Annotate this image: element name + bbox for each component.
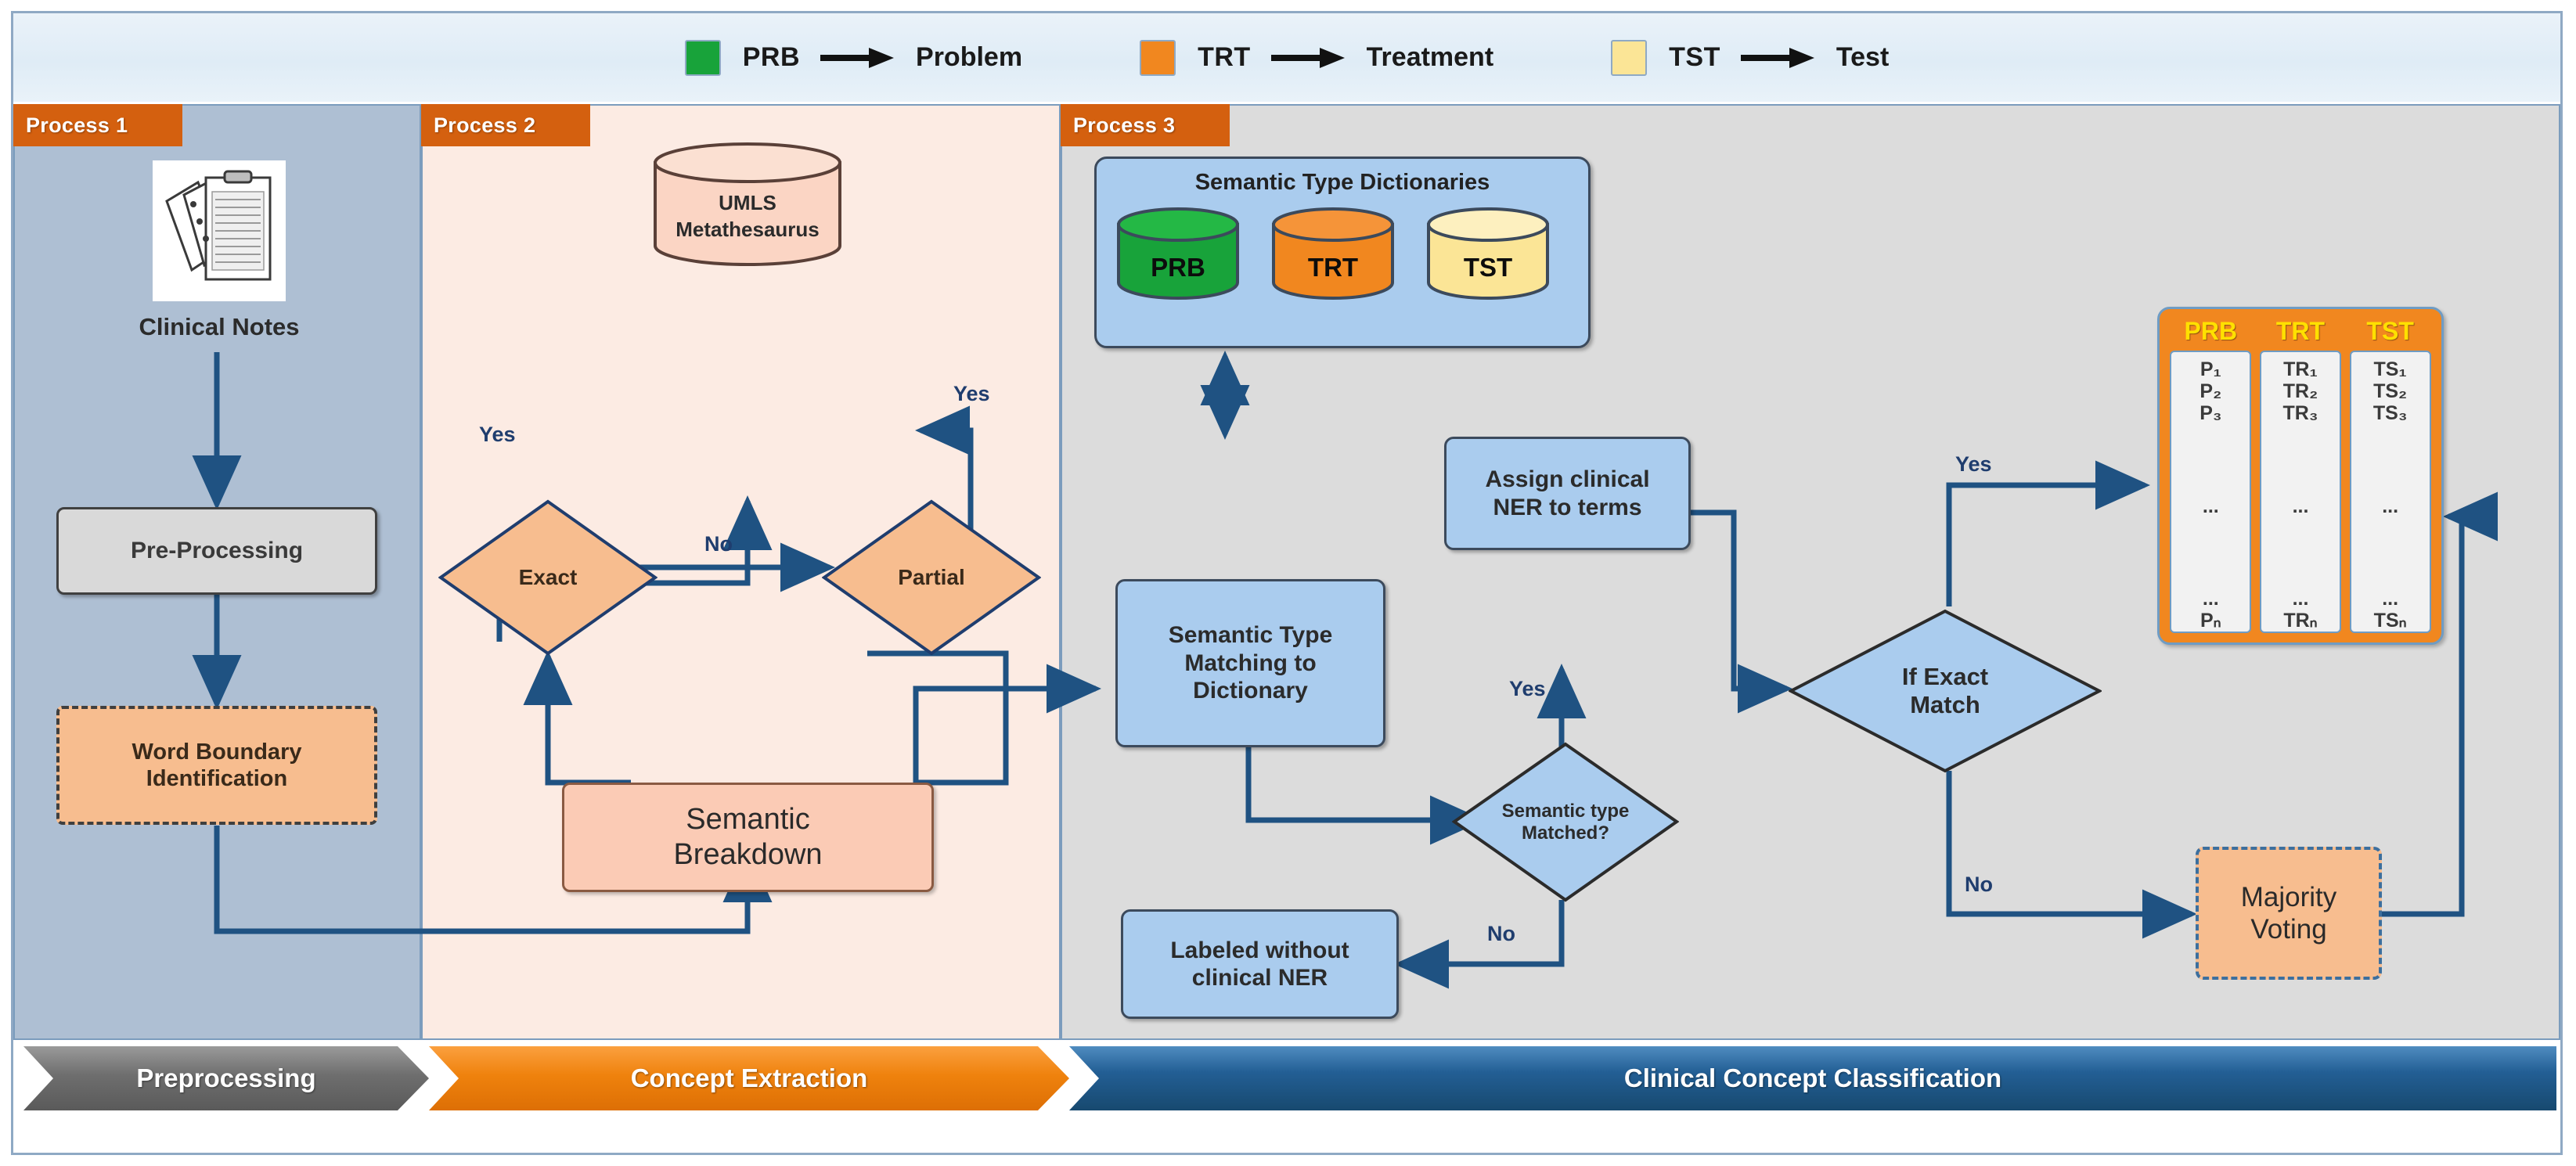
majority-line-2: Voting	[2250, 914, 2327, 945]
ribbon-concept-extraction-label: Concept Extraction	[630, 1063, 868, 1092]
legend-code-prb: PRB	[742, 42, 801, 72]
trt-dictionary-cylinder[interactable]: TRT	[1270, 207, 1396, 300]
result-cell: ...	[2202, 495, 2219, 517]
ribbon-preprocessing[interactable]: Preprocessing	[23, 1046, 429, 1110]
result-header-tst: TST	[2366, 317, 2414, 345]
edge-label-yes-exactmatch-to-table: Yes	[1955, 452, 1992, 476]
tst-dictionary-cylinder[interactable]: TST	[1425, 207, 1551, 300]
ribbon-concept-extraction[interactable]: Concept Extraction	[429, 1046, 1069, 1110]
semantic-type-matched-diamond[interactable]: Semantic type Matched?	[1452, 742, 1679, 902]
legend-label-test: Test	[1836, 42, 1890, 72]
word-boundary-line-2: Identification	[146, 766, 288, 791]
stm-line-1: Semantic Type	[1168, 622, 1333, 649]
tst-dictionary-label: TST	[1463, 253, 1513, 282]
semantic-type-dictionaries-panel[interactable]: Semantic Type Dictionaries PRB TRT TST	[1094, 157, 1591, 348]
assign-line-2: NER to terms	[1493, 494, 1642, 520]
arrow-right-icon	[1740, 46, 1816, 70]
assign-clinical-ner-box[interactable]: Assign clinical NER to terms	[1444, 437, 1691, 550]
result-header-trt: TRT	[2275, 317, 2326, 345]
labeled-without-clinical-ner-box[interactable]: Labeled without clinical NER	[1121, 909, 1399, 1019]
result-cell: P₃	[2200, 402, 2222, 424]
result-cell: TR₃	[2282, 402, 2318, 424]
legend-code-trt: TRT	[1198, 42, 1251, 72]
umls-metathesaurus-cylinder[interactable]: UMLS Metathesaurus	[652, 142, 843, 266]
dictionaries-title: Semantic Type Dictionaries	[1194, 170, 1490, 195]
result-cell: TS₁	[2373, 358, 2407, 380]
process-3-tag: Process 3	[1061, 104, 1230, 146]
legend-item-trt: TRT Treatment	[1140, 39, 1494, 76]
result-cell: TRₙ	[2283, 610, 2318, 632]
classification-result-table[interactable]: PRB P₁ P₂ P₃ ... ... Pₙ TRT TR₁ TR₂ TR₃ …	[2157, 307, 2444, 645]
arrow-right-icon	[1270, 46, 1346, 70]
result-body-tst: TS₁ TS₂ TS₃ ... ... TSₙ	[2349, 351, 2431, 633]
word-boundary-line-1: Word Boundary	[132, 739, 302, 765]
result-cell: ...	[2382, 588, 2399, 610]
exact-decision-diamond[interactable]: Exact	[438, 499, 658, 656]
legend-code-tst: TST	[1669, 42, 1720, 72]
semantic-breakdown-line-1: Semantic	[686, 803, 810, 837]
labeled-line-2: clinical NER	[1191, 965, 1328, 991]
legend-item-tst: TST Test	[1611, 39, 1890, 76]
stm-line-3: Dictionary	[1193, 678, 1308, 704]
trt-swatch	[1140, 39, 1176, 76]
edge-label-no-matched-to-labeled: No	[1487, 922, 1515, 945]
ribbon-clinical-concept-classification[interactable]: Clinical Concept Classification	[1069, 1046, 2556, 1110]
legend-item-prb: PRB Problem	[684, 39, 1023, 76]
result-cell: Pₙ	[2200, 610, 2221, 632]
prb-dictionary-label: PRB	[1151, 253, 1205, 282]
result-body-trt: TR₁ TR₂ TR₃ ... ... TRₙ	[2259, 351, 2341, 633]
result-cell: TR₁	[2283, 358, 2318, 380]
if-exact-match-diamond[interactable]: If Exact Match	[1789, 609, 2102, 773]
partial-decision-diamond[interactable]: Partial	[822, 499, 1041, 656]
process-1-tag: Process 1	[13, 104, 182, 146]
semantic-breakdown-line-2: Breakdown	[673, 838, 823, 871]
process-2-tag: Process 2	[421, 104, 590, 146]
result-body-prb: P₁ P₂ P₃ ... ... Pₙ	[2170, 351, 2252, 633]
semantic-breakdown-box[interactable]: Semantic Breakdown	[562, 783, 934, 892]
legend-bar: PRB Problem TRT Treatment TST Test	[13, 13, 2560, 102]
result-cell: ...	[2202, 588, 2219, 610]
result-column-prb: PRB P₁ P₂ P₃ ... ... Pₙ	[2170, 317, 2252, 633]
result-column-trt: TRT TR₁ TR₂ TR₃ ... ... TRₙ	[2259, 317, 2341, 633]
arrow-right-icon	[820, 46, 895, 70]
ribbon-clinical-concept-classification-label: Clinical Concept Classification	[1623, 1063, 2002, 1092]
word-boundary-identification-box[interactable]: Word Boundary Identification	[56, 706, 377, 825]
edge-label-no-exactmatch-to-majority: No	[1965, 873, 1993, 896]
edge-label-yes-partial-to-umls: Yes	[953, 382, 990, 405]
diagram-canvas: PRB Problem TRT Treatment TST Test Proce…	[0, 0, 2576, 1166]
result-cell: TS₂	[2373, 380, 2408, 402]
tst-swatch	[1611, 39, 1648, 76]
pre-processing-label: Pre-Processing	[130, 538, 304, 564]
ribbon-preprocessing-label: Preprocessing	[136, 1063, 316, 1092]
umls-line-2: Metathesaurus	[676, 218, 820, 241]
result-header-prb: PRB	[2184, 317, 2238, 345]
prb-swatch	[684, 39, 721, 76]
clinical-notes-label: Clinical Notes	[139, 312, 300, 340]
trt-dictionary-label: TRT	[1307, 253, 1359, 282]
edge-label-no-exact-to-partial: No	[704, 532, 733, 556]
result-cell: TS₃	[2372, 402, 2408, 424]
umls-line-1: UMLS	[719, 191, 776, 214]
majority-voting-box[interactable]: Majority Voting	[2196, 847, 2382, 980]
result-cell: TR₂	[2282, 380, 2318, 402]
legend-label-treatment: Treatment	[1366, 42, 1494, 72]
result-cell: P₂	[2200, 380, 2222, 402]
edge-label-yes-matched-to-assign: Yes	[1509, 677, 1546, 700]
legend-label-problem: Problem	[916, 42, 1023, 72]
result-cell: ...	[2292, 588, 2309, 610]
stm-line-2: Matching to	[1184, 650, 1317, 676]
result-column-tst: TST TS₁ TS₂ TS₃ ... ... TSₙ	[2349, 317, 2431, 633]
pre-processing-box[interactable]: Pre-Processing	[56, 507, 377, 595]
result-cell: P₁	[2200, 358, 2221, 380]
majority-line-1: Majority	[2240, 881, 2337, 912]
edge-label-yes-exact-to-umls: Yes	[479, 423, 516, 446]
semantic-type-matching-box[interactable]: Semantic Type Matching to Dictionary	[1115, 579, 1385, 747]
labeled-line-1: Labeled without	[1170, 937, 1349, 963]
assign-line-1: Assign clinical	[1485, 466, 1650, 493]
result-cell: TSₙ	[2373, 610, 2407, 632]
clinical-notes-icon	[153, 160, 286, 301]
prb-dictionary-cylinder[interactable]: PRB	[1115, 207, 1241, 300]
result-cell: ...	[2292, 495, 2309, 517]
result-cell: ...	[2382, 495, 2399, 517]
